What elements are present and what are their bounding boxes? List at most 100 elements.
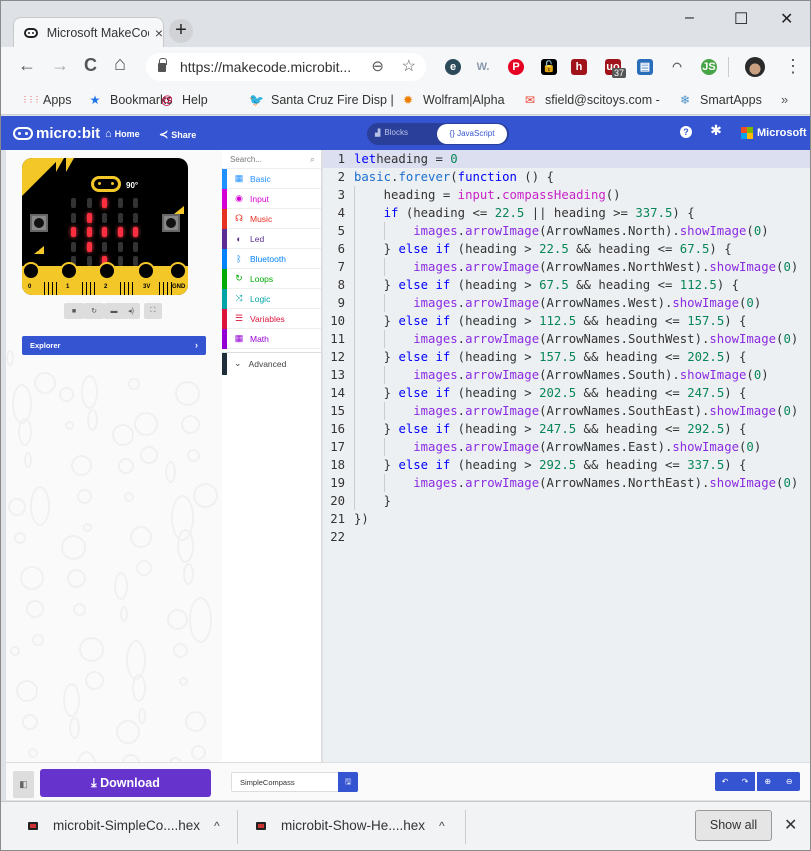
javascript-tab[interactable]: {} JavaScript [437, 124, 507, 144]
toolbox-search-input[interactable]: Search... ⌕ [222, 150, 321, 169]
help-icon[interactable]: ? [680, 126, 692, 138]
toolbox-category-basic[interactable]: ▦ Basic [222, 169, 321, 189]
new-tab-button[interactable]: + [169, 19, 193, 43]
wikiwand-extension-icon[interactable]: W. [475, 59, 491, 75]
bookmark-item[interactable]: ✹ Wolfram|Alpha [401, 93, 505, 107]
profile-avatar[interactable] [745, 57, 765, 77]
code-line[interactable]: 5 images.arrowImage(ArrowNames.North).sh… [323, 222, 810, 240]
restart-icon[interactable]: ↻ [84, 303, 104, 319]
toolbox-category-math[interactable]: ▦ Math [222, 329, 321, 349]
toolbox-category-input[interactable]: ◉ Input [222, 189, 321, 209]
pin-2[interactable] [98, 262, 116, 280]
code-line[interactable]: 13 images.arrowImage(ArrowNames.South).s… [323, 366, 810, 384]
code-line[interactable]: 19 images.arrowImage(ArrowNames.NorthEas… [323, 474, 810, 492]
tab-makecode[interactable]: Microsoft MakeCode for micro:bit × [13, 17, 164, 48]
code-line[interactable]: 17 images.arrowImage(ArrowNames.East).sh… [323, 438, 810, 456]
download-item[interactable]: microbit-Show-He....hex ^ [256, 818, 445, 833]
code-line[interactable]: 3 heading = input.compassHeading() [323, 186, 810, 204]
code-line[interactable]: 16 } else if (heading > 247.5 && heading… [323, 420, 810, 438]
toolbox-category-bluetooth[interactable]: ᛒ Bluetooth [222, 249, 321, 269]
code-line[interactable]: 21}) [323, 510, 810, 528]
redo-button[interactable]: ↷ [742, 777, 749, 786]
pin-0[interactable] [22, 262, 40, 280]
caret-up-icon[interactable]: ^ [439, 819, 445, 833]
button-b[interactable] [162, 214, 180, 232]
microbit-logo[interactable]: micro:bit [13, 125, 100, 142]
download-button[interactable]: ⤓ Download [40, 769, 211, 797]
pinterest-extension-icon[interactable]: P [508, 59, 524, 75]
share-link[interactable]: ≺ Share [159, 128, 196, 141]
code-line[interactable]: 8 } else if (heading > 67.5 && heading <… [323, 276, 810, 294]
bookmark-item[interactable]: @ Help [160, 93, 208, 107]
code-line[interactable]: 10 } else if (heading > 112.5 && heading… [323, 312, 810, 330]
settings-gear-icon[interactable]: ✱ [710, 123, 722, 137]
bookmark-star-icon[interactable]: ☆ [402, 56, 416, 76]
h-extension-icon[interactable]: h [571, 59, 587, 75]
pin-gnd[interactable] [169, 262, 187, 280]
lock-extension-icon[interactable]: 🔓 [541, 59, 557, 75]
microbit-simulator[interactable]: 90° A B 0 1 2 3V GND [22, 158, 188, 295]
code-line[interactable]: 7 images.arrowImage(ArrowNames.NorthWest… [323, 258, 810, 276]
maximize-button[interactable]: ☐ [734, 9, 748, 29]
stop-icon[interactable]: ■ [64, 303, 84, 319]
home-link[interactable]: ⌂ Home [105, 128, 140, 140]
toolbox-category-loops[interactable]: ↻ Loops [222, 269, 321, 289]
zoom-out-button[interactable]: ⊖ [786, 777, 793, 786]
fullscreen-icon[interactable]: ⛶ [144, 303, 162, 319]
close-shelf-icon[interactable]: ✕ [784, 815, 797, 835]
back-button[interactable]: ← [18, 55, 36, 76]
toolbox-category-logic[interactable]: ⤨ Logic [222, 289, 321, 309]
bookmark-item[interactable]: ✉ sfield@scitoys.com - [523, 93, 660, 107]
download-item[interactable]: microbit-SimpleCo....hex ^ [28, 818, 220, 833]
blocks-tab[interactable]: ▟ Blocks [375, 128, 408, 137]
code-line[interactable]: 12 } else if (heading > 157.5 && heading… [323, 348, 810, 366]
toolbox-advanced[interactable]: ⌄ Advanced [222, 352, 321, 375]
bookmark-item[interactable]: ⋮⋮⋮ Apps [21, 93, 72, 107]
toolbox-category-variables[interactable]: ☰ Variables [222, 309, 321, 329]
code-line[interactable]: 4 if (heading <= 22.5 || heading >= 337.… [323, 204, 810, 222]
minimize-button[interactable]: – [685, 9, 694, 27]
code-line[interactable]: 2 basic.forever(function () { [323, 168, 810, 186]
code-editor[interactable]: 1 letheading = 0 2 basic.forever(function (… [323, 150, 810, 762]
explorer-button[interactable]: Explorer › [22, 336, 206, 355]
code-line[interactable]: 11 images.arrowImage(ArrowNames.SouthWes… [323, 330, 810, 348]
zoom-in-button[interactable]: ⊕ [764, 777, 771, 786]
evernote-extension-icon[interactable]: e [445, 59, 461, 75]
reload-button[interactable]: C [84, 55, 97, 76]
browser-menu-icon[interactable]: ⋮ [784, 56, 802, 77]
code-line[interactable]: 14 } else if (heading > 202.5 && heading… [323, 384, 810, 402]
zoom-icon[interactable]: ⊖ [371, 57, 384, 75]
mute-icon[interactable]: ◂) [122, 303, 140, 319]
screenshot-icon[interactable]: ▬ [104, 303, 124, 319]
address-bar[interactable]: https://makecode.microbit... ⊖ ☆ [146, 53, 426, 81]
bookmark-item[interactable]: 🐦 Santa Cruz Fire Disp | [249, 93, 394, 107]
toolbox-category-led[interactable]: ◐ Led [222, 229, 321, 249]
pin-3v[interactable] [137, 262, 155, 280]
more-bookmarks-icon[interactable]: » [781, 92, 788, 107]
code-line[interactable]: 18 } else if (heading > 292.5 && heading… [323, 456, 810, 474]
button-a[interactable] [30, 214, 48, 232]
code-line[interactable]: 6 } else if (heading > 22.5 && heading <… [323, 240, 810, 258]
save-button[interactable]: 🖫 [338, 772, 358, 792]
forward-button[interactable]: → [51, 55, 69, 76]
pin-1[interactable] [60, 262, 78, 280]
bookmark-item[interactable]: ❄ SmartApps [678, 93, 762, 107]
close-window-button[interactable]: ✕ [780, 9, 793, 29]
project-name-input[interactable]: SimpleCompass [231, 772, 339, 792]
microsoft-logo[interactable]: Microsoft [741, 127, 807, 139]
show-all-button[interactable]: Show all [695, 810, 772, 841]
code-line[interactable]: 9 images.arrowImage(ArrowNames.West).sho… [323, 294, 810, 312]
caret-up-icon[interactable]: ^ [214, 819, 220, 833]
code-line[interactable]: 15 images.arrowImage(ArrowNames.SouthEas… [323, 402, 810, 420]
code-line[interactable]: 20 } [323, 492, 810, 510]
code-line[interactable]: 1 letheading = 0 [323, 150, 810, 168]
collapse-simulator-button[interactable]: ◧ [13, 771, 34, 798]
toolbox-category-music[interactable]: ☊ Music [222, 209, 321, 229]
js-toggle-extension-icon[interactable]: JS [701, 59, 717, 75]
home-button[interactable]: ⌂ [114, 53, 126, 76]
image-extension-icon[interactable]: ▤ [637, 59, 653, 75]
code-line[interactable]: 22 [323, 528, 810, 546]
speed-extension-icon[interactable]: ◠ [669, 59, 685, 75]
tab-close-icon[interactable]: × [155, 25, 163, 41]
undo-button[interactable]: ↶ [722, 777, 729, 786]
